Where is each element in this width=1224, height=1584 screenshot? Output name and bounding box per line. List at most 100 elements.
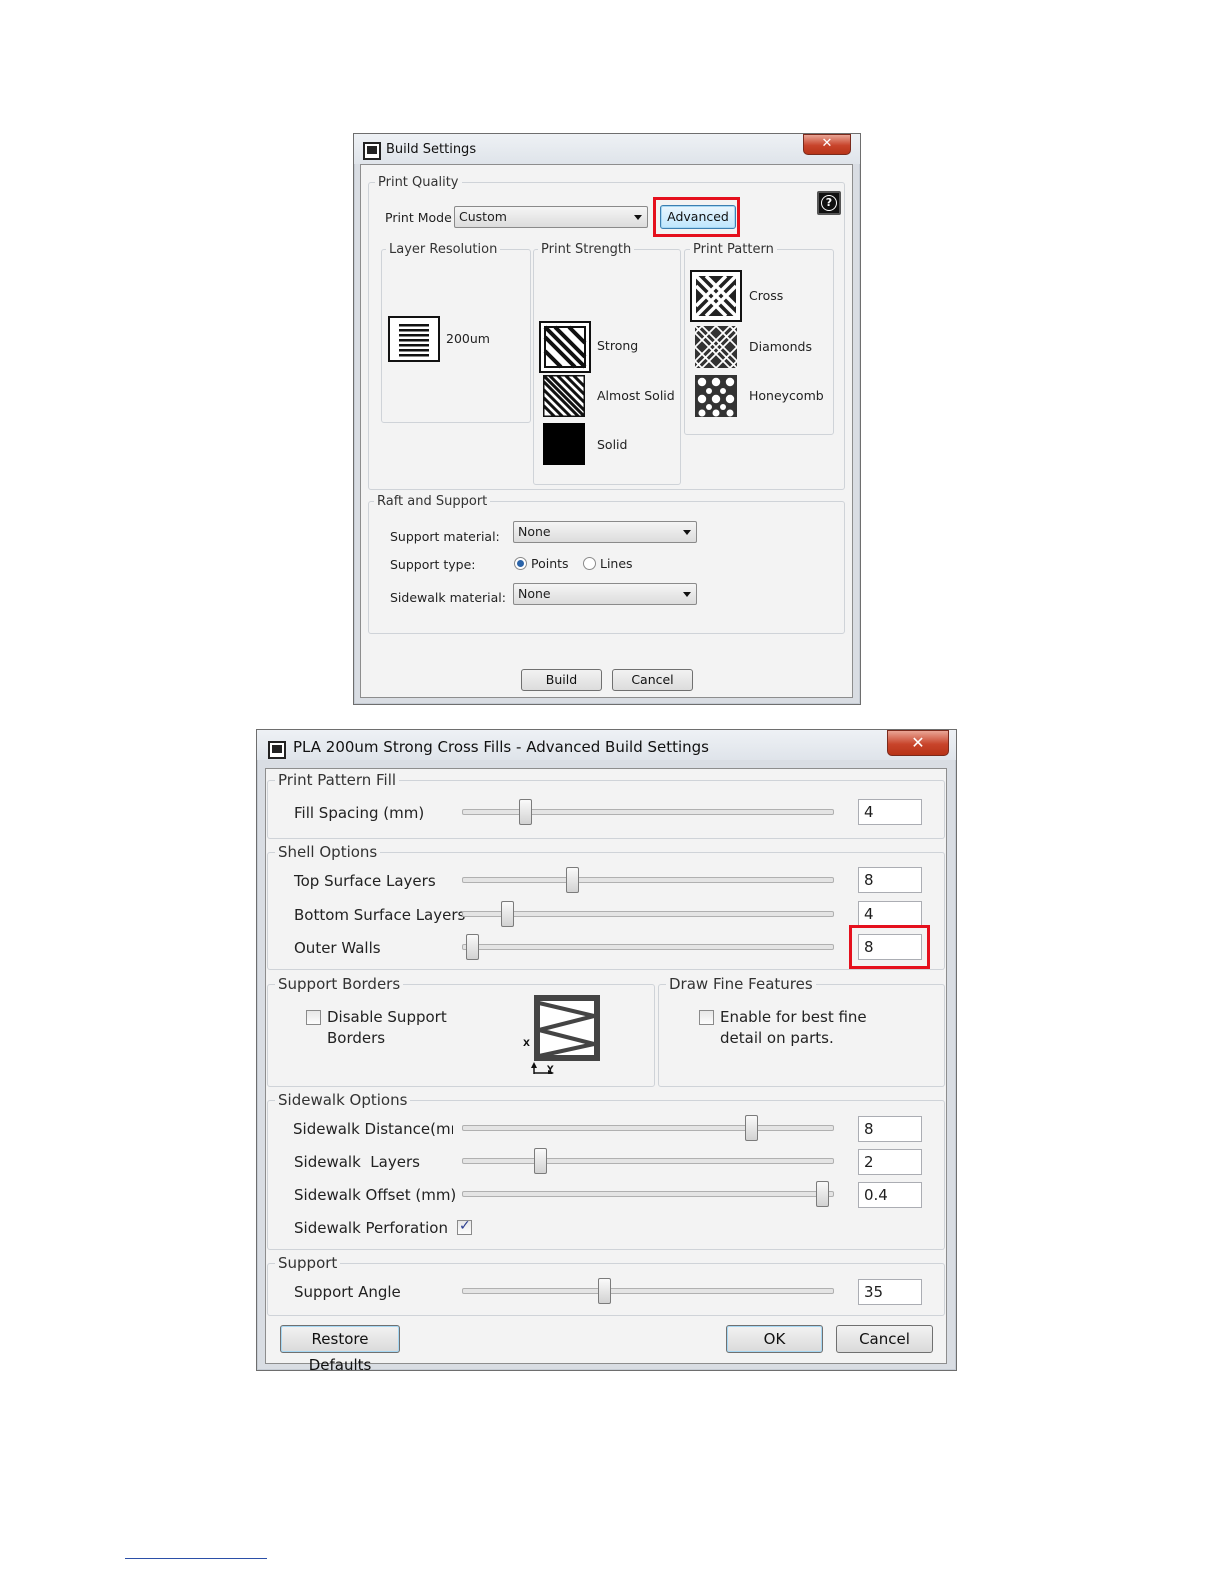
sidewalk-layers-slider-thumb[interactable] [533, 1148, 547, 1174]
cancel-button[interactable]: Cancel [612, 669, 693, 691]
enable-fine-features-checkbox[interactable] [699, 1010, 714, 1025]
strength-almost-solid-icon[interactable] [541, 373, 587, 419]
window-title: PLA 200um Strong Cross Fills - Advanced … [293, 738, 710, 756]
help-icon[interactable]: ? [817, 191, 841, 215]
bottom-surface-layers-slider[interactable] [462, 911, 834, 917]
strength-solid-icon[interactable] [543, 423, 585, 465]
pattern-honeycomb-label: Honeycomb [749, 388, 824, 403]
pattern-cross-icon[interactable] [690, 270, 742, 322]
raft-support-label: Raft and Support [374, 494, 491, 509]
top-surface-layers-input[interactable]: 8 [858, 867, 922, 893]
fill-spacing-input[interactable]: 4 [858, 799, 922, 825]
layer-resolution-icon[interactable] [388, 316, 440, 362]
axis-y-label: Y [547, 1065, 554, 1075]
support-angle-slider[interactable] [462, 1288, 834, 1294]
chevron-down-icon [634, 215, 642, 220]
support-borders-diagram-icon [530, 994, 600, 1076]
strength-strong-label: Strong [597, 338, 639, 353]
enable-fine-features-label-line2[interactable]: detail on parts. [720, 1029, 834, 1047]
print-quality-label: Print Quality [375, 175, 462, 190]
sidewalk-distance-slider-thumb[interactable] [744, 1115, 758, 1141]
window-title: Build Settings [386, 142, 477, 157]
support-label: Support [275, 1254, 341, 1272]
bottom-surface-layers-input[interactable]: 4 [858, 901, 922, 927]
print-mode-label: Print Mode [385, 210, 452, 225]
strength-almost-solid-label: Almost Solid [597, 388, 675, 403]
pattern-diamonds-label: Diamonds [749, 339, 812, 354]
ok-button[interactable]: OK [726, 1325, 823, 1353]
sidewalk-material-label: Sidewalk material: [390, 590, 506, 605]
sidewalk-offset-input[interactable]: 0.4 [858, 1182, 922, 1208]
outer-walls-highlight-box [849, 925, 930, 969]
pattern-honeycomb-icon[interactable] [695, 375, 737, 417]
support-angle-input[interactable]: 35 [858, 1279, 922, 1305]
layer-resolution-value: 200um [446, 331, 490, 346]
sidewalk-perforation-label: Sidewalk Perforation [294, 1219, 448, 1237]
print-mode-select[interactable]: Custom [454, 206, 648, 228]
support-type-label: Support type: [390, 557, 476, 572]
support-angle-value: 35 [864, 1283, 884, 1301]
close-button[interactable]: ✕ [803, 134, 851, 155]
pattern-cross-label: Cross [749, 288, 784, 303]
support-type-points-label[interactable]: Points [531, 556, 569, 571]
sidewalk-perforation-checkbox[interactable] [457, 1218, 472, 1235]
outer-walls-label: Outer Walls [294, 939, 381, 957]
print-mode-value: Custom [459, 209, 507, 224]
support-type-points-radio[interactable] [514, 557, 527, 570]
bottom-surface-layers-value: 4 [864, 905, 874, 923]
cancel-button[interactable]: Cancel [836, 1325, 933, 1353]
outer-walls-slider[interactable] [462, 944, 834, 950]
enable-fine-features-label-line1[interactable]: Enable for best fine [720, 1008, 867, 1026]
print-strength-label: Print Strength [538, 242, 635, 257]
fill-spacing-value: 4 [864, 803, 874, 821]
top-surface-layers-slider-thumb[interactable] [565, 867, 579, 893]
sidewalk-material-value: None [518, 586, 551, 601]
fill-spacing-slider[interactable] [462, 809, 834, 815]
strength-strong-icon[interactable] [539, 321, 591, 373]
sidewalk-layers-slider[interactable] [462, 1158, 834, 1164]
shell-options-label: Shell Options [275, 843, 381, 861]
sidewalk-distance-label: Sidewalk Distance(mm) [293, 1120, 453, 1138]
sidewalk-distance-slider[interactable] [462, 1125, 834, 1131]
build-button[interactable]: Build [521, 669, 602, 691]
chevron-down-icon [683, 592, 691, 597]
bottom-surface-layers-slider-thumb[interactable] [501, 901, 515, 927]
sidewalk-material-select[interactable]: None [513, 583, 697, 605]
outer-walls-slider-thumb[interactable] [465, 934, 479, 960]
disable-support-borders-checkbox[interactable] [306, 1010, 321, 1025]
disable-support-borders-label-line2[interactable]: Borders [327, 1029, 385, 1047]
support-type-lines-radio[interactable] [583, 557, 596, 570]
top-surface-layers-slider[interactable] [462, 877, 834, 883]
fill-spacing-slider-thumb[interactable] [519, 799, 533, 825]
sidewalk-layers-label: Sidewalk Layers [294, 1153, 420, 1171]
disable-support-borders-label-line1[interactable]: Disable Support [327, 1008, 447, 1026]
sidewalk-distance-input[interactable]: 8 [858, 1116, 922, 1142]
footnote-separator [125, 1558, 267, 1559]
app-icon [268, 741, 286, 759]
print-pattern-fill-label: Print Pattern Fill [275, 771, 400, 789]
restore-defaults-button[interactable]: Restore Defaults [280, 1325, 400, 1374]
close-button[interactable]: ✕ [887, 730, 949, 756]
support-angle-slider-thumb[interactable] [598, 1278, 612, 1304]
sidewalk-offset-slider[interactable] [462, 1191, 834, 1197]
app-icon [363, 142, 381, 160]
fill-spacing-label: Fill Spacing (mm) [294, 804, 425, 822]
strength-solid-label: Solid [597, 437, 628, 452]
client-area: Print Quality Print Mode Custom Advanced… [360, 164, 853, 698]
top-surface-layers-value: 8 [864, 871, 874, 889]
client-area: Print Pattern Fill Fill Spacing (mm) 4 S… [265, 768, 947, 1374]
advanced-highlight-box [653, 197, 740, 237]
chevron-down-icon [683, 530, 691, 535]
sidewalk-distance-value: 8 [864, 1120, 874, 1138]
sidewalk-layers-input[interactable]: 2 [858, 1149, 922, 1175]
sidewalk-options-label: Sidewalk Options [275, 1091, 411, 1109]
support-material-select[interactable]: None [513, 521, 697, 543]
axis-x-label: X [523, 1039, 530, 1049]
pattern-diamonds-icon[interactable] [694, 325, 738, 369]
support-type-lines-label[interactable]: Lines [600, 556, 633, 571]
sidewalk-offset-label: Sidewalk Offset (mm) [294, 1186, 457, 1204]
top-surface-layers-label: Top Surface Layers [294, 872, 436, 890]
support-angle-label: Support Angle [294, 1283, 401, 1301]
sidewalk-offset-slider-thumb[interactable] [816, 1181, 830, 1207]
print-pattern-label: Print Pattern [690, 242, 777, 257]
